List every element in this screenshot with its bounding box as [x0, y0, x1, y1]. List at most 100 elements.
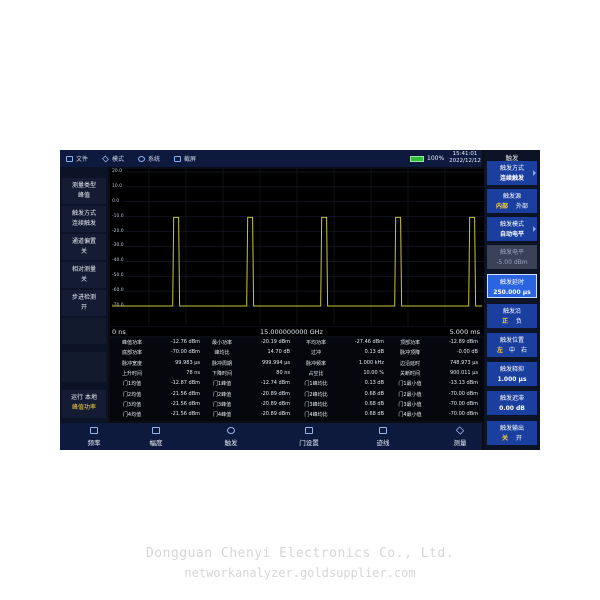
trigger-holdoff-softkey[interactable]: 触发释抑 1.000 μs — [487, 362, 537, 386]
channel-offset-button[interactable]: 通道偏置 关 — [62, 234, 106, 260]
measure-value: -70.00 dBm — [448, 390, 478, 397]
table-row: 上升时间 78 ns 下降时间 80 ns 占空比 10.00 % 关断时间 900.011 … — [110, 369, 484, 378]
measure-label: 峰值功率 — [121, 340, 142, 346]
right-trigger-panel: 触发 触发方式 连续触发 触发源 内部 外部 触发模式 自动电平 触发电平 -5… — [484, 150, 540, 450]
measure-label: 关断时间 — [399, 370, 420, 377]
measure-value: 1.000 kHz — [358, 359, 384, 366]
measure-label: 门4均值 — [122, 412, 142, 419]
measure-value: 78 ns — [186, 369, 200, 376]
measure-label: 门2均值 — [122, 391, 142, 398]
trigger-type-softkey[interactable]: 触发模式 自动电平 — [487, 217, 537, 241]
measure-label: 门3均值 — [122, 401, 142, 408]
position-right-option[interactable]: 右 — [521, 346, 527, 356]
measure-value: -70.00 dBm — [448, 411, 478, 418]
measure-label: 底部功率 — [121, 350, 142, 357]
measure-icon — [455, 426, 465, 435]
output-on-option[interactable]: 开 — [516, 434, 522, 444]
measure-label: 门1峰均比 — [304, 381, 328, 388]
trigger-source-softkey[interactable]: 触发源 内部 外部 — [487, 189, 537, 213]
measure-label: 边沿延时 — [399, 360, 420, 367]
trigger-label: 触发 — [224, 439, 238, 447]
measure-label: 占空比 — [308, 370, 324, 377]
trigger-position-softkey[interactable]: 触发位置 左 中 右 — [487, 333, 537, 357]
measure-label: 过冲 — [310, 350, 321, 357]
measure-value: -70.00 dBm — [170, 349, 200, 356]
measure-type-button[interactable]: 测量类型 峰值 — [62, 178, 106, 204]
step-detect-value: 开 — [80, 304, 87, 311]
trigger-type-label: 触发模式 — [499, 221, 524, 228]
position-left-option[interactable]: 左 — [497, 346, 503, 356]
trigger-delay-softkey[interactable]: 触发延时 250.000 μs — [487, 274, 537, 298]
measure-label: 门2峰值 — [212, 391, 232, 398]
measure-value: 748.973 μs — [449, 359, 478, 366]
trigger-icon — [227, 427, 235, 434]
measure-value: -20.89 dBm — [260, 390, 290, 397]
run-status-box: 运行 本地 峰值功率 — [62, 390, 106, 418]
empty-soft-key[interactable] — [62, 318, 106, 344]
folder-icon — [66, 155, 73, 162]
trigger-hysteresis-value: 0.00 dB — [499, 405, 525, 412]
x-axis-start: 0 ns — [112, 328, 126, 336]
waveform-plot[interactable]: 20.0 10.0 0.0 -10.0 -20.0 -30.0 -40.0 -50.0 -60.… — [110, 169, 484, 326]
relative-measure-value: 关 — [80, 276, 87, 283]
measure-button[interactable]: 测量 — [430, 426, 490, 447]
table-row: 门4均值 -21.56 dBm 门4峰值 -20.89 dBm 门4峰均比 0.68 dB… — [110, 410, 484, 419]
measure-label: 峰均比 — [214, 350, 230, 357]
measure-value: 0.68 dB — [364, 390, 384, 397]
trigger-edge-label: 触发沿 — [502, 308, 521, 315]
bottom-function-bar: 频率 幅度 触发 门设置 迹线 测量 — [60, 423, 482, 450]
measure-value: -12.89 dBm — [448, 339, 478, 345]
trigger-delay-value: 250.000 μs — [493, 289, 531, 296]
empty-soft-key[interactable] — [62, 352, 106, 382]
trace-button[interactable]: 迹线 — [353, 427, 413, 447]
measure-value: -20.19 dBm — [260, 339, 290, 345]
edge-negative-option[interactable]: 负 — [516, 317, 522, 327]
measure-label: 顶部功率 — [399, 340, 420, 346]
amplitude-button[interactable]: 幅度 — [126, 427, 186, 447]
menu-system[interactable]: 系统 — [138, 154, 160, 163]
trigger-mode-title: 触发方式 — [71, 210, 96, 217]
battery-percent: 100% — [427, 155, 445, 162]
measure-label: 脉冲宽度 — [121, 360, 142, 367]
output-off-option[interactable]: 关 — [502, 434, 508, 444]
step-detect-button[interactable]: 步进检测 开 — [62, 290, 106, 316]
y-tick-label: -20.0 — [112, 228, 124, 234]
measure-label: 门3峰值 — [212, 401, 232, 408]
center-frequency: 15.000000000 GHz — [260, 328, 323, 336]
trigger-edge-softkey[interactable]: 触发沿 正 负 — [487, 304, 537, 328]
trigger-mode-softkey[interactable]: 触发方式 连续触发 — [487, 161, 537, 185]
source-internal-option[interactable]: 内部 — [496, 202, 508, 212]
trigger-mode-button[interactable]: 触发方式 连续触发 — [62, 206, 106, 232]
position-center-option[interactable]: 中 — [509, 346, 515, 356]
channel-offset-value: 关 — [80, 248, 87, 255]
freq-button[interactable]: 频率 — [64, 427, 124, 447]
measure-value: -12.76 dBm — [170, 339, 200, 345]
measure-label: 门3峰均比 — [304, 401, 328, 408]
relative-measure-button[interactable]: 相对测量 关 — [62, 262, 106, 288]
trigger-hysteresis-softkey[interactable]: 触发迟滞 0.00 dB — [487, 391, 537, 415]
trigger-level-softkey[interactable]: 触发电平 -5.00 dBm — [487, 245, 537, 269]
measure-value: -0.00 dB — [456, 349, 478, 356]
gate-settings-button[interactable]: 门设置 — [279, 427, 339, 447]
table-row: 底部功率 -70.00 dBm 峰均比 14.70 dB 过冲 0.13 dB 脉冲顶降 -0… — [110, 348, 484, 357]
trigger-button[interactable]: 触发 — [201, 427, 261, 447]
menu-mode[interactable]: 模式 — [102, 154, 124, 163]
edge-positive-option[interactable]: 正 — [502, 317, 508, 327]
menu-file[interactable]: 文件 — [66, 154, 88, 163]
trigger-hysteresis-label: 触发迟滞 — [499, 395, 524, 402]
battery-icon — [410, 155, 424, 162]
trigger-holdoff-value: 1.000 μs — [497, 376, 527, 383]
y-tick-label: -50.0 — [112, 273, 124, 279]
source-external-option[interactable]: 外部 — [516, 202, 528, 212]
table-row: 门2均值 -21.56 dBm 门2峰值 -20.89 dBm 门2峰均比 0.68 dB… — [110, 390, 484, 399]
measure-value: 14.70 dB — [267, 349, 290, 356]
camera-icon — [174, 155, 182, 162]
measure-label: 门2最小值 — [398, 391, 422, 398]
trigger-output-softkey[interactable]: 触发输出 关 开 — [487, 421, 537, 445]
table-row: 门3均值 -21.56 dBm 门3峰值 -20.89 dBm 门3峰均比 0.68 dB… — [110, 400, 484, 409]
menu-screenshot[interactable]: 截屏 — [174, 154, 196, 163]
measure-value: -13.13 dBm — [448, 380, 478, 387]
measure-value: 10.00 % — [363, 369, 384, 376]
measure-label: 门1峰值 — [212, 381, 232, 388]
y-tick-label: -70.0 — [112, 303, 124, 308]
